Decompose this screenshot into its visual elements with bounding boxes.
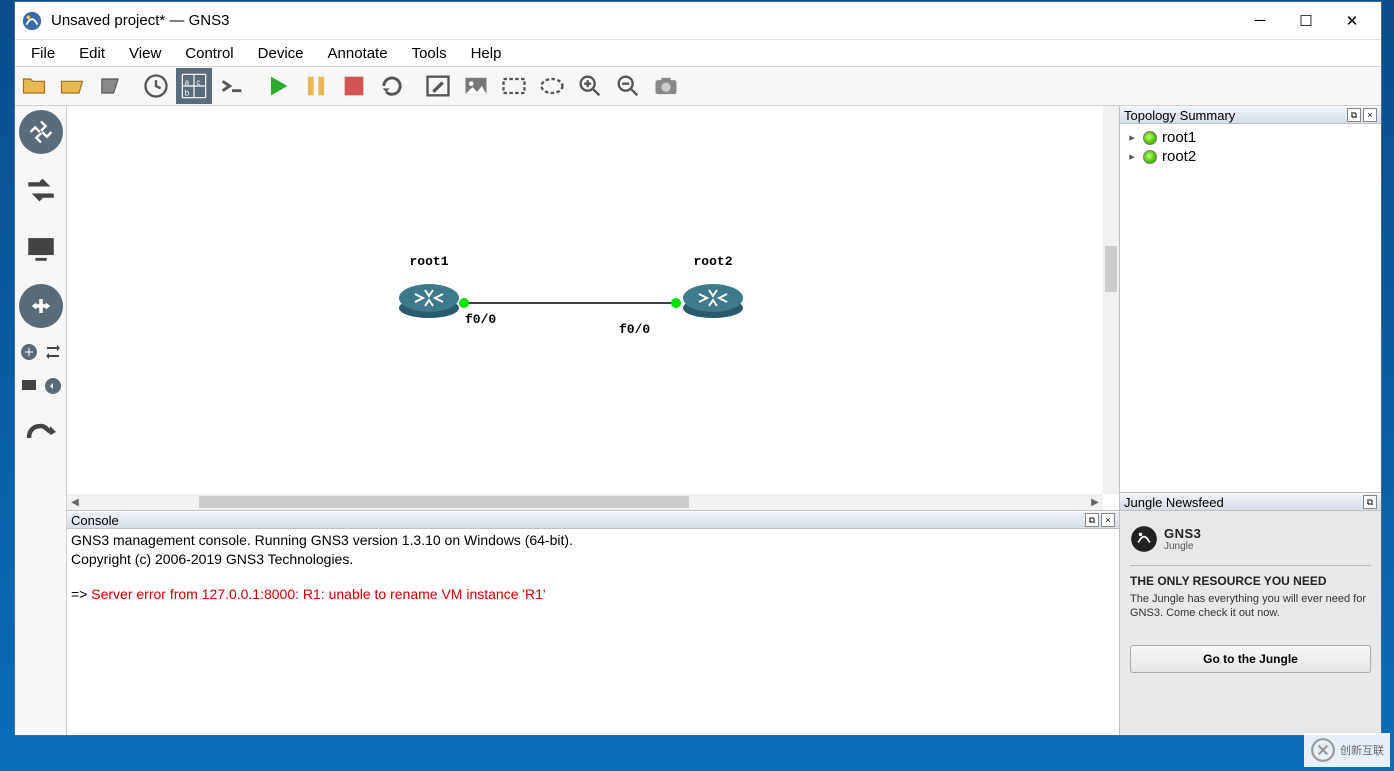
newsfeed-body: GNS3 Jungle THE ONLY RESOURCE YOU NEED T…	[1120, 511, 1381, 735]
topology-header: Topology Summary ⧉ ×	[1120, 106, 1381, 124]
newsfeed-header: Jungle Newsfeed ⧉	[1120, 493, 1381, 511]
newsfeed-logo: GNS3 Jungle	[1130, 525, 1371, 553]
zoom-in-icon[interactable]	[572, 68, 608, 104]
screenshot-icon[interactable]	[648, 68, 684, 104]
small-grid-icon-1[interactable]	[19, 342, 39, 362]
chevron-right-icon: ▸	[1126, 150, 1138, 163]
port-dot	[459, 298, 469, 308]
console-output[interactable]: GNS3 management console. Running GNS3 ve…	[67, 529, 1119, 735]
topology-panel: Topology Summary ⧉ × ▸ root1 ▸ root2	[1120, 106, 1381, 493]
menu-edit[interactable]: Edit	[67, 43, 117, 64]
pause-icon[interactable]	[298, 68, 334, 104]
port-dot	[671, 298, 681, 308]
console-panel: Console ⧉ × GNS3 management console. Run…	[67, 510, 1119, 735]
window-title: Unsaved project* — GNS3	[51, 12, 1237, 29]
panel-title: Jungle Newsfeed	[1124, 495, 1361, 510]
end-devices-icon[interactable]	[19, 226, 63, 270]
panel-title: Topology Summary	[1124, 108, 1345, 123]
console-prompt: =>	[71, 586, 91, 602]
go-to-jungle-button[interactable]: Go to the Jungle	[1130, 645, 1371, 673]
app-window: Unsaved project* — GNS3 ─ ☐ ✕ File Edit …	[14, 1, 1382, 736]
save-icon[interactable]	[92, 68, 128, 104]
horizontal-scrollbar[interactable]: ◀▶	[67, 494, 1103, 510]
node-name: root2	[1162, 148, 1196, 165]
vertical-scrollbar[interactable]	[1103, 106, 1119, 494]
status-running-icon	[1143, 131, 1157, 145]
center-column: root1 f0/0 root2 f0/0 ◀▶	[67, 106, 1119, 735]
clock-icon[interactable]	[138, 68, 174, 104]
stop-icon[interactable]	[336, 68, 372, 104]
menu-annotate[interactable]: Annotate	[316, 43, 400, 64]
port-label: f0/0	[619, 322, 650, 337]
zoom-out-icon[interactable]	[610, 68, 646, 104]
window-controls: ─ ☐ ✕	[1237, 6, 1375, 36]
console-line: GNS3 management console. Running GNS3 ve…	[71, 532, 573, 548]
menu-help[interactable]: Help	[459, 43, 514, 64]
snapshot-icon[interactable]: acb	[176, 68, 212, 104]
node-label: root2	[693, 254, 732, 269]
menu-control[interactable]: Control	[173, 43, 245, 64]
small-grid-icon-2[interactable]	[43, 342, 63, 362]
rect-icon[interactable]	[496, 68, 532, 104]
console-line: Copyright (c) 2006-2019 GNS3 Technologie…	[71, 551, 353, 567]
maximize-button[interactable]: ☐	[1283, 6, 1329, 36]
play-icon[interactable]	[260, 68, 296, 104]
open-folder-icon[interactable]	[16, 68, 52, 104]
brand-text: GNS3	[1164, 526, 1201, 541]
newsfeed-headline: THE ONLY RESOURCE YOU NEED	[1130, 565, 1371, 588]
port-label: f0/0	[465, 312, 496, 327]
security-icon[interactable]	[19, 284, 63, 328]
devices-toolbar	[15, 106, 67, 735]
grid-icons-row-2	[19, 376, 63, 396]
main-area: root1 f0/0 root2 f0/0 ◀▶	[15, 106, 1381, 735]
reload-icon[interactable]	[374, 68, 410, 104]
newsfeed-text: The Jungle has everything you will ever …	[1130, 592, 1371, 621]
canvas[interactable]: root1 f0/0 root2 f0/0 ◀▶	[67, 106, 1119, 510]
menu-view[interactable]: View	[117, 43, 173, 64]
pencil-icon[interactable]	[420, 68, 456, 104]
node-root1[interactable]: root1	[397, 276, 461, 325]
menu-device[interactable]: Device	[246, 43, 316, 64]
link-icon[interactable]	[19, 410, 63, 454]
menubar: File Edit View Control Device Annotate T…	[15, 40, 1381, 66]
toolbar: acb	[15, 66, 1381, 106]
console-icon[interactable]	[214, 68, 250, 104]
image-icon[interactable]	[458, 68, 494, 104]
tree-item-root2[interactable]: ▸ root2	[1124, 147, 1377, 166]
undock-button[interactable]: ⧉	[1347, 108, 1361, 122]
menu-tools[interactable]: Tools	[400, 43, 459, 64]
node-label: root1	[409, 254, 448, 269]
topology-tree: ▸ root1 ▸ root2	[1120, 124, 1381, 492]
close-button[interactable]: ✕	[1329, 6, 1375, 36]
undock-button[interactable]: ⧉	[1085, 513, 1099, 527]
watermark: 创新互联	[1304, 733, 1390, 767]
small-grid-icon-4[interactable]	[43, 376, 63, 396]
status-running-icon	[1143, 150, 1157, 164]
svg-text:b: b	[185, 88, 190, 97]
watermark-text: 创新互联	[1340, 742, 1384, 758]
panel-title: Console	[71, 513, 1083, 528]
console-header: Console ⧉ ×	[67, 511, 1119, 529]
node-root2[interactable]: root2	[681, 276, 745, 325]
chevron-right-icon: ▸	[1126, 131, 1138, 144]
console-error: Server error from 127.0.0.1:8000: R1: un…	[91, 586, 545, 602]
newsfeed-panel: Jungle Newsfeed ⧉ GNS3 Jungle THE ONLY R…	[1120, 493, 1381, 735]
node-name: root1	[1162, 129, 1196, 146]
subbrand-text: Jungle	[1164, 541, 1201, 552]
titlebar: Unsaved project* — GNS3 ─ ☐ ✕	[15, 2, 1381, 40]
open-project-icon[interactable]	[54, 68, 90, 104]
right-column: Topology Summary ⧉ × ▸ root1 ▸ root2	[1119, 106, 1381, 735]
menu-file[interactable]: File	[19, 43, 67, 64]
ellipse-icon[interactable]	[534, 68, 570, 104]
close-panel-button[interactable]: ×	[1363, 108, 1377, 122]
minimize-button[interactable]: ─	[1237, 6, 1283, 36]
switches-icon[interactable]	[19, 168, 63, 212]
grid-icons-row	[19, 342, 63, 362]
small-grid-icon-3[interactable]	[19, 376, 39, 396]
routers-icon[interactable]	[19, 110, 63, 154]
undock-button[interactable]: ⧉	[1363, 495, 1377, 509]
close-panel-button[interactable]: ×	[1101, 513, 1115, 527]
app-icon	[21, 10, 43, 32]
tree-item-root1[interactable]: ▸ root1	[1124, 128, 1377, 147]
